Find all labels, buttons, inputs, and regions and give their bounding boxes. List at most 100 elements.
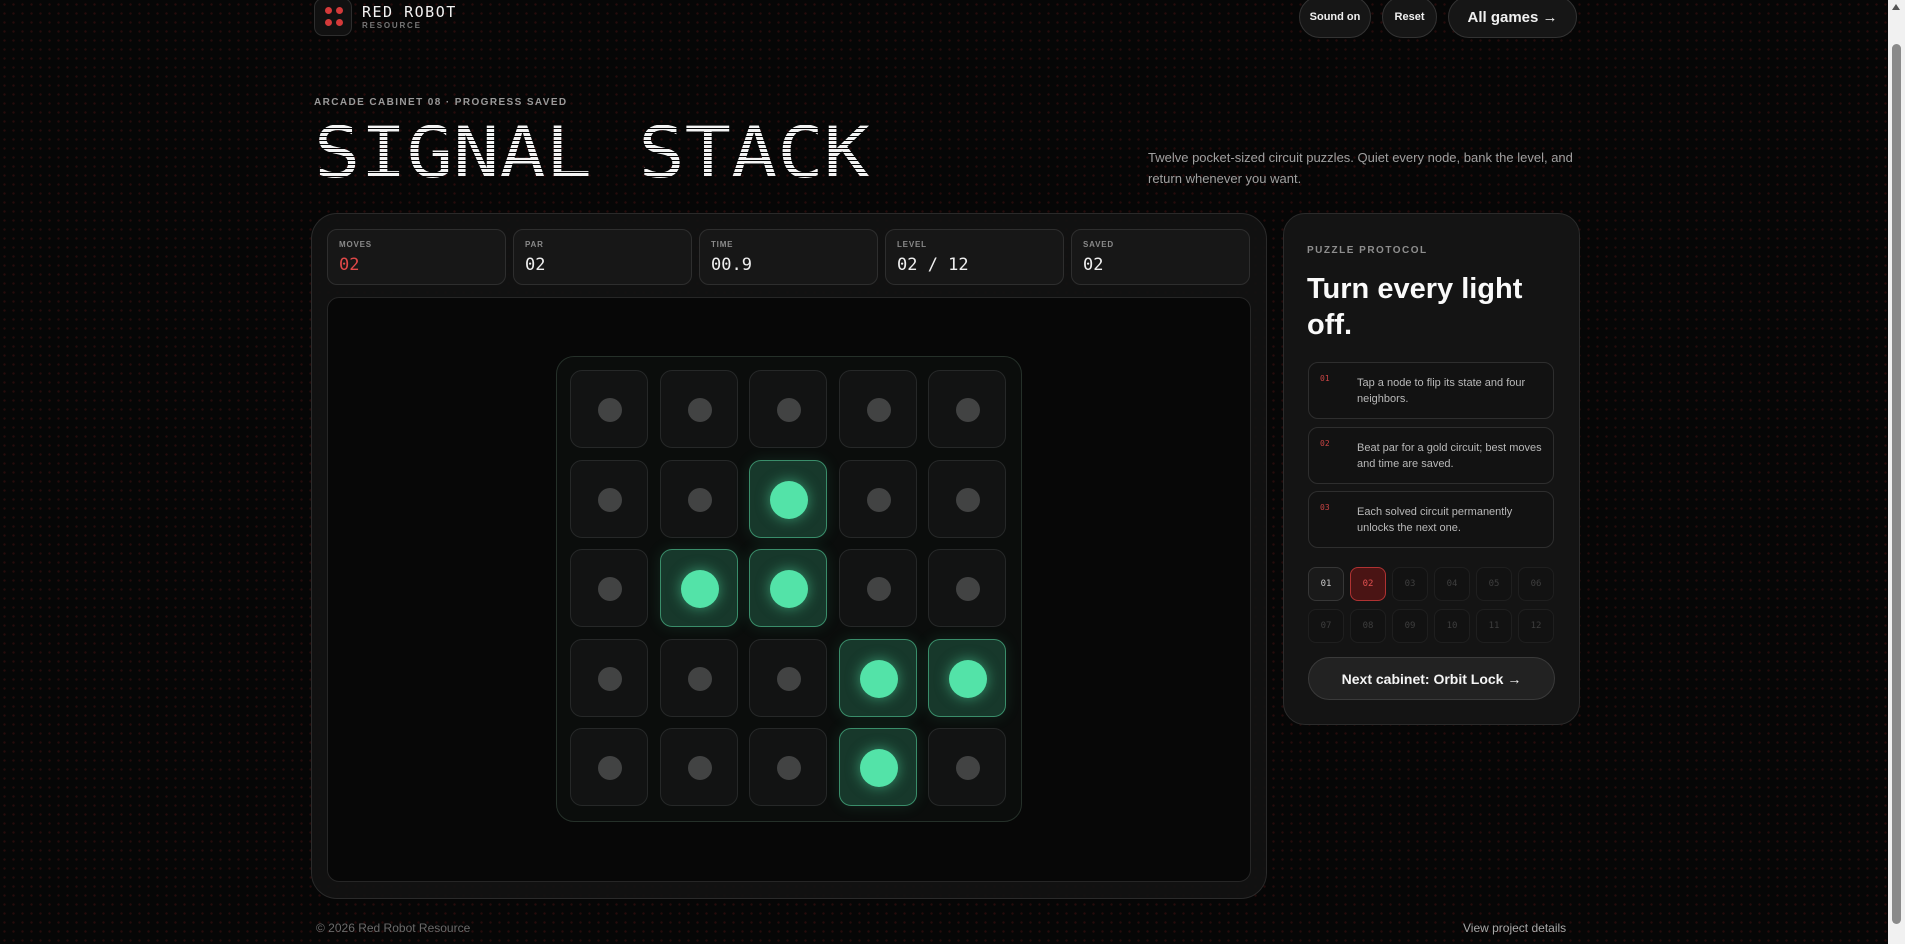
grid-node-r2-c3[interactable] [749, 459, 827, 538]
level-button-04[interactable]: 04 [1434, 567, 1470, 601]
stat-level: LEVEL 02 / 12 [885, 229, 1064, 285]
game-tagline: Twelve pocket-sized circuit puzzles. Qui… [1148, 150, 1573, 186]
grid-node-r4-c1[interactable] [570, 638, 648, 717]
grid-node-r5-c2[interactable] [659, 728, 738, 806]
puzzle-grid [556, 356, 1022, 822]
node-light-off-icon [687, 398, 712, 422]
stat-moves: MOVES 02 [327, 229, 506, 285]
node-light-off-icon [956, 756, 980, 780]
protocol-heading: Turn every light off. [1307, 273, 1523, 341]
level-button-02[interactable]: 02 [1350, 567, 1386, 601]
node-light-off-icon [956, 487, 980, 512]
next-cabinet-button[interactable]: Next cabinet: Orbit Lock → [1308, 657, 1555, 700]
step-text: Each solved circuit permanently unlocks … [1357, 506, 1513, 534]
level-button-06[interactable]: 06 [1518, 567, 1554, 601]
level-button-11[interactable]: 11 [1476, 609, 1512, 643]
grid-node-r3-c4[interactable] [838, 549, 917, 627]
node-light-off-icon [777, 666, 801, 691]
node-light-off-icon [598, 487, 622, 512]
project-details-link[interactable]: View project details [1463, 921, 1566, 935]
stat-value: 02 / 12 [897, 255, 969, 275]
stat-time: TIME 00.9 [699, 229, 878, 285]
node-light-on-icon [770, 480, 808, 519]
cabinet-kicker: ARCADE CABINET 08 · PROGRESS SAVED [314, 97, 568, 108]
stat-value: 02 [339, 255, 360, 275]
brand-logo-icon[interactable] [314, 0, 352, 36]
grid-node-r1-c1[interactable] [570, 370, 648, 448]
step-text: Tap a node to flip its state and four ne… [1357, 377, 1526, 405]
stat-label: TIME [711, 240, 734, 249]
node-light-off-icon [598, 577, 622, 601]
level-button-09[interactable]: 09 [1392, 609, 1428, 643]
page-scrollbar[interactable] [1888, 0, 1905, 944]
all-games-button[interactable]: All games → [1448, 0, 1577, 38]
grid-node-r2-c5[interactable] [928, 459, 1006, 538]
step-number: 02 [1320, 439, 1330, 448]
stat-value: 02 [1083, 255, 1104, 275]
grid-node-r5-c1[interactable] [570, 728, 648, 806]
grid-node-r4-c5[interactable] [928, 638, 1006, 717]
node-light-off-icon [598, 666, 622, 691]
level-button-03[interactable]: 03 [1392, 567, 1428, 601]
scroll-up-arrow-icon[interactable] [1892, 4, 1900, 10]
brand-subtitle: RESOURCE [362, 21, 422, 30]
grid-node-r1-c2[interactable] [659, 370, 738, 448]
stat-value: 02 [525, 255, 546, 275]
step-text: Beat par for a gold circuit; best moves … [1357, 442, 1542, 470]
node-light-on-icon [770, 570, 808, 608]
grid-node-r5-c3[interactable] [749, 728, 827, 806]
grid-node-r5-c4[interactable] [838, 728, 917, 806]
stat-value: 00.9 [711, 255, 752, 275]
node-light-off-icon [777, 398, 801, 422]
reset-button[interactable]: Reset [1382, 0, 1437, 38]
protocol-kicker: PUZZLE PROTOCOL [1307, 245, 1428, 256]
footer-copyright: © 2026 Red Robot Resource [316, 921, 471, 935]
node-light-off-icon [956, 577, 980, 601]
stat-saved: SAVED 02 [1071, 229, 1250, 285]
level-button-07[interactable]: 07 [1308, 609, 1344, 643]
node-light-on-icon [949, 659, 987, 698]
grid-node-r1-c3[interactable] [749, 370, 827, 448]
brand-name: RED ROBOT [362, 3, 457, 21]
node-light-off-icon [956, 398, 980, 422]
grid-node-r3-c2[interactable] [659, 549, 738, 627]
grid-node-r2-c1[interactable] [570, 459, 648, 538]
node-light-off-icon [687, 487, 712, 512]
grid-node-r5-c5[interactable] [928, 728, 1006, 806]
protocol-step: 03 Each solved circuit permanently unloc… [1308, 491, 1554, 548]
node-light-on-icon [859, 749, 898, 787]
grid-node-r4-c4[interactable] [838, 638, 917, 717]
node-light-off-icon [866, 577, 891, 601]
stat-par: PAR 02 [513, 229, 692, 285]
node-light-off-icon [866, 398, 891, 422]
node-light-on-icon [680, 570, 719, 608]
level-button-08[interactable]: 08 [1350, 609, 1386, 643]
level-button-05[interactable]: 05 [1476, 567, 1512, 601]
page-title-text: SIGNAL STACK [314, 125, 870, 181]
protocol-step: 01 Tap a node to flip its state and four… [1308, 362, 1554, 419]
node-light-off-icon [687, 666, 712, 691]
level-button-01[interactable]: 01 [1308, 567, 1344, 601]
grid-node-r4-c2[interactable] [659, 638, 738, 717]
node-light-off-icon [777, 756, 801, 780]
stat-label: SAVED [1083, 240, 1114, 249]
stat-label: MOVES [339, 240, 372, 249]
grid-node-r2-c4[interactable] [838, 459, 917, 538]
grid-node-r3-c1[interactable] [570, 549, 648, 627]
node-light-off-icon [598, 398, 622, 422]
grid-node-r3-c5[interactable] [928, 549, 1006, 627]
grid-node-r1-c4[interactable] [838, 370, 917, 448]
stat-label: PAR [525, 240, 544, 249]
level-button-12[interactable]: 12 [1518, 609, 1554, 643]
node-light-off-icon [866, 487, 891, 512]
step-number: 01 [1320, 374, 1330, 383]
scrollbar-thumb[interactable] [1892, 44, 1901, 924]
grid-node-r3-c3[interactable] [749, 549, 827, 627]
grid-node-r4-c3[interactable] [749, 638, 827, 717]
protocol-step: 02 Beat par for a gold circuit; best mov… [1308, 427, 1554, 484]
grid-node-r1-c5[interactable] [928, 370, 1006, 448]
level-button-10[interactable]: 10 [1434, 609, 1470, 643]
node-light-on-icon [859, 659, 898, 698]
sound-toggle-button[interactable]: Sound on [1299, 0, 1371, 38]
grid-node-r2-c2[interactable] [659, 459, 738, 538]
